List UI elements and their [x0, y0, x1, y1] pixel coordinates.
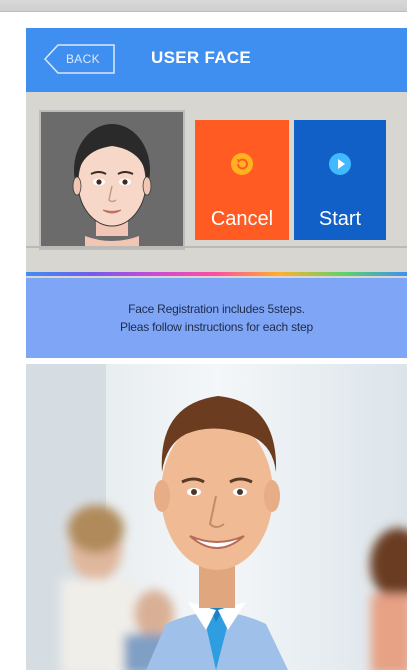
start-button[interactable]: Start [294, 120, 386, 240]
page-title: USER FACE [151, 48, 251, 67]
cancel-button-label: Cancel [210, 208, 274, 230]
instruction-banner: Face Registration includes 5steps. Pleas… [26, 278, 407, 358]
face-avatar [39, 110, 185, 250]
refresh-icon [231, 153, 253, 175]
example-face-photo [26, 364, 407, 670]
start-button-label: Start [318, 208, 362, 230]
cancel-button[interactable]: Cancel [195, 120, 289, 240]
portrait-photo-icon [26, 364, 407, 670]
panel-divider [26, 246, 407, 248]
play-icon [329, 153, 351, 175]
top-status-strip [0, 0, 407, 12]
back-button[interactable]: BACK [44, 44, 116, 74]
back-button-label: BACK [66, 52, 100, 66]
instruction-line-2: Pleas follow instructions for each step [120, 320, 313, 334]
registration-panel: Cancel Start [26, 92, 407, 300]
instruction-line-1: Face Registration includes 5steps. [128, 302, 305, 316]
header-bar: BACK USER FACE [26, 28, 407, 92]
user-face-screen: BACK USER FACE Cancel Start Face Registr… [26, 28, 407, 670]
rainbow-divider [26, 272, 407, 276]
face-illustration-icon [72, 124, 152, 248]
